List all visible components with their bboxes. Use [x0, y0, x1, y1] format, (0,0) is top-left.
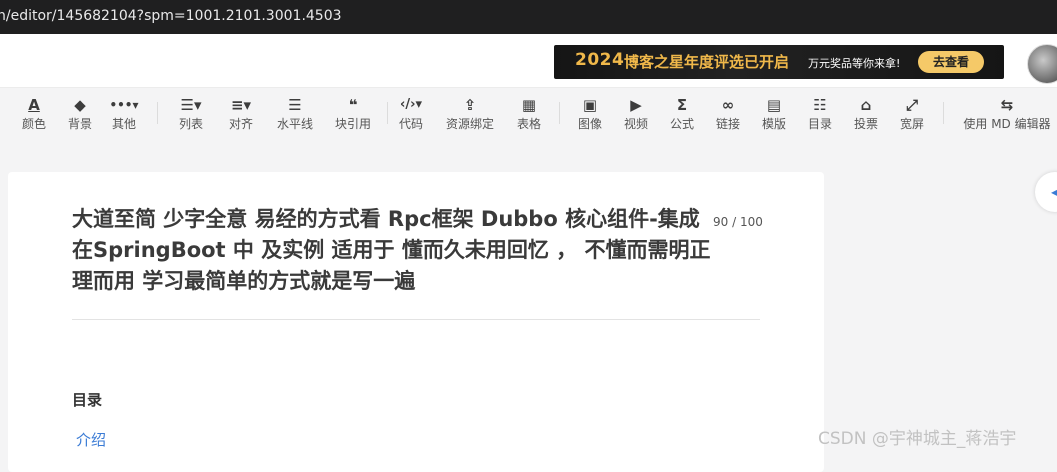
expand-icon: ⤢ — [905, 96, 918, 114]
toolbar-divider — [387, 102, 388, 124]
toolbar-divider — [559, 102, 560, 124]
toc-icon: ☷ — [813, 96, 827, 114]
banner-subtitle: 万元奖品等你来拿! — [808, 57, 901, 70]
toolbar-background-button[interactable]: ◆ 背景 — [62, 88, 98, 140]
toolbar-horizontal-rule-button[interactable]: ☰ 水平线 — [274, 88, 316, 140]
toolbar-widescreen-button[interactable]: ⤢ 宽屏 — [895, 88, 929, 140]
toolbar-label: 宽屏 — [899, 117, 924, 131]
table-icon: ▦ — [521, 96, 537, 114]
more-dots-icon: •••▾ — [109, 98, 139, 112]
toolbar-label: 图像 — [577, 117, 602, 131]
promo-banner[interactable]: 2024 博客之星年度评选已开启 万元奖品等你来拿! 去查看 — [554, 45, 1004, 79]
template-icon: ▤ — [766, 96, 782, 114]
toolbar-label: 背景 — [67, 117, 92, 131]
toolbar-color-button[interactable]: A 颜色 — [16, 88, 52, 140]
toolbar-resource-binding-button[interactable]: ⇪ 资源绑定 — [444, 88, 496, 140]
csdn-watermark: CSDN @宇神城主_蒋浩宇 — [818, 429, 1017, 449]
toolbar-blockquote-button[interactable]: ❝ 块引用 — [332, 88, 374, 140]
browser-url-bar[interactable]: n/editor/145682104?spm=1001.2101.3001.45… — [0, 0, 1057, 34]
toolbar-label: 链接 — [715, 117, 740, 131]
toolbar-table-button[interactable]: ▦ 表格 — [512, 88, 546, 140]
banner-title: 博客之星年度评选已开启 — [624, 53, 790, 71]
article-title-input[interactable]: 大道至简 少字全意 易经的方式看 Rpc框架 Dubbo 核心组件-集成在Spr… — [72, 204, 712, 297]
toolbar-formula-button[interactable]: Σ 公式 — [665, 88, 699, 140]
list-icon: ☰▾ — [180, 96, 202, 114]
toolbar-vote-button[interactable]: ⌂ 投票 — [849, 88, 883, 140]
banner-year: 2024 — [575, 50, 625, 70]
horizontal-rule-icon: ☰ — [288, 96, 302, 114]
toc-link-intro[interactable]: 介绍 — [76, 429, 106, 450]
toolbar-video-button[interactable]: ▶ 视频 — [619, 88, 653, 140]
quote-icon: ❝ — [348, 96, 358, 114]
toc-heading: 目录 — [72, 391, 103, 409]
toolbar-label: 块引用 — [334, 117, 371, 131]
upload-icon: ⇪ — [463, 96, 477, 114]
toolbar-list-button[interactable]: ☰▾ 列表 — [172, 88, 210, 140]
toolbar-more-button[interactable]: •••▾ 其他 — [104, 88, 144, 140]
url-text: n/editor/145682104?spm=1001.2101.3001.45… — [0, 8, 342, 24]
toolbar-label: 视频 — [623, 117, 648, 131]
title-divider — [72, 319, 760, 320]
toolbar-label: 颜色 — [21, 117, 46, 131]
toolbar-label: 模版 — [761, 117, 786, 131]
banner-view-button[interactable]: 去查看 — [918, 51, 984, 73]
vote-icon: ⌂ — [860, 96, 872, 114]
toolbar-label: 使用 MD 编辑器 — [963, 117, 1051, 131]
toolbar-label: 水平线 — [276, 117, 313, 131]
toolbar-toc-button[interactable]: ☷ 目录 — [803, 88, 837, 140]
toolbar-label: 目录 — [807, 117, 832, 131]
video-icon: ▶ — [630, 96, 642, 114]
toolbar-image-button[interactable]: ▣ 图像 — [573, 88, 607, 140]
title-char-counter: 90 / 100 — [713, 215, 763, 229]
toolbar-md-editor-button[interactable]: ⇆ 使用 MD 编辑器 — [959, 88, 1055, 140]
toolbar-align-button[interactable]: ≡▾ 对齐 — [222, 88, 260, 140]
toolbar-label: 表格 — [516, 117, 541, 131]
image-icon: ▣ — [582, 96, 598, 114]
link-icon: ∞ — [721, 96, 735, 114]
toolbar-code-button[interactable]: ‹/›▾ 代码 — [394, 88, 428, 140]
font-color-icon: A — [28, 96, 40, 114]
sigma-icon: Σ — [676, 96, 688, 114]
align-icon: ≡▾ — [230, 96, 252, 114]
paint-bucket-icon: ◆ — [74, 96, 86, 114]
toolbar-label: 对齐 — [228, 117, 253, 131]
side-arrow-icon: ◂ — [1051, 185, 1057, 199]
toolbar-label: 代码 — [398, 117, 423, 131]
toolbar-label: 列表 — [178, 117, 203, 131]
side-float-button[interactable]: ◂ — [1035, 172, 1057, 212]
switch-editor-icon: ⇆ — [1000, 96, 1014, 114]
editor-toolbar: A 颜色 ◆ 背景 •••▾ 其他 ☰▾ 列表 ≡▾ 对齐 ☰ 水平线 ❝ 块引… — [0, 88, 1057, 140]
toolbar-label: 其他 — [111, 117, 136, 131]
toolbar-template-button[interactable]: ▤ 模版 — [757, 88, 791, 140]
code-icon: ‹/›▾ — [400, 97, 422, 112]
toolbar-link-button[interactable]: ∞ 链接 — [711, 88, 745, 140]
toolbar-label: 资源绑定 — [445, 117, 494, 131]
toolbar-label: 投票 — [853, 117, 878, 131]
toolbar-label: 公式 — [669, 117, 694, 131]
toolbar-divider — [157, 102, 158, 124]
toolbar-divider — [943, 102, 944, 124]
